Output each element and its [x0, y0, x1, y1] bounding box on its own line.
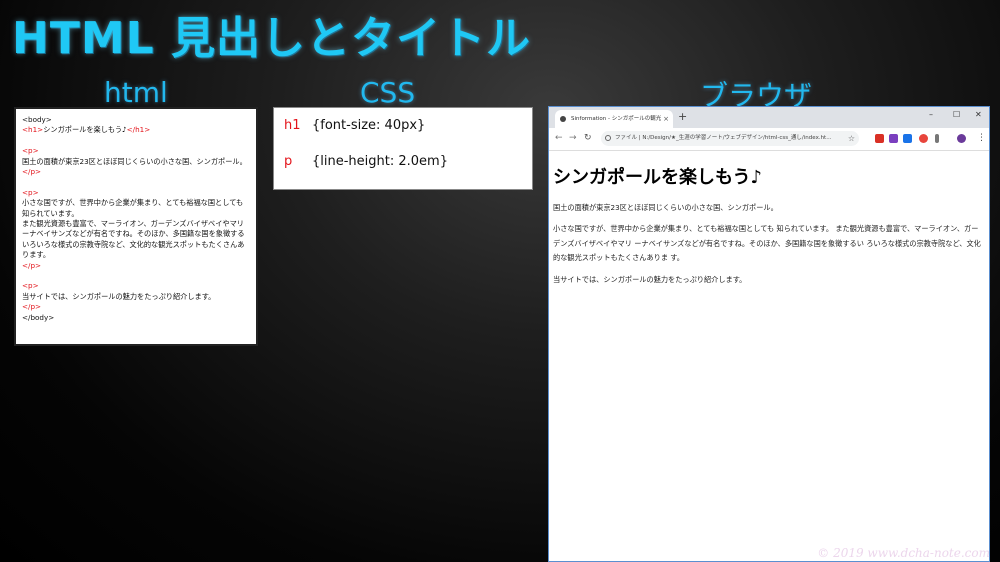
maximize-icon[interactable]: ☐: [953, 110, 960, 120]
code-tag: <p>: [22, 187, 39, 197]
page-viewport: シンガポールを楽しもう♪ 国土の面積が東京23区とほぼ同じくらいの小さな国、シン…: [549, 151, 989, 287]
code-tag: </p>: [22, 167, 42, 177]
slide-title: HTML 見出しとタイトル: [12, 13, 531, 64]
extension-icon[interactable]: [875, 134, 884, 143]
code-text: また観光資源も豊富で、マーライオン、ガーデンズバイザベイやマリーナベイサンズなど…: [22, 219, 245, 260]
html-column-label: html: [104, 76, 168, 109]
code-line: <p>: [22, 146, 250, 156]
code-text: シンガポールを楽しもう♪: [43, 125, 127, 135]
code-line: </body>: [22, 313, 250, 323]
css-selector: p: [284, 154, 293, 169]
code-tag: <p>: [22, 281, 39, 291]
css-declaration: {line-height: 2.0em}: [312, 154, 448, 169]
profile-avatar[interactable]: [957, 134, 966, 143]
tab-title: Sinformation - シンガポールの観光: [571, 116, 662, 122]
extension-icon[interactable]: [935, 134, 939, 143]
address-text: ファイル | N:/Design/★_生涯の学習ノート/ウェブデザイン/html…: [615, 135, 832, 141]
code-tag: </p>: [22, 302, 42, 312]
css-rule: p {line-height: 2.0em}: [284, 150, 522, 186]
info-icon: [605, 135, 611, 141]
code-line: <body>: [22, 115, 250, 125]
code-text: 国土の面積が東京23区とほぼ同じくらいの小さな国、シンガポール。: [22, 156, 247, 166]
css-column-label: CSS: [360, 76, 416, 109]
browser-toolbar: ← → ↻ ファイル | N:/Design/★_生涯の学習ノート/ウェブデザイ…: [549, 128, 989, 151]
extension-icon[interactable]: [903, 134, 912, 143]
code-line: <p>: [22, 188, 250, 198]
page-heading: シンガポールを楽しもう♪: [553, 167, 762, 188]
page-paragraph: 当サイトでは、シンガポールの魅力をたっぷり紹介します。: [553, 274, 747, 284]
code-line: <h1>シンガポールを楽しもう♪</h1>: [22, 125, 250, 135]
code-line: </p>: [22, 167, 250, 177]
reload-icon[interactable]: ↻: [584, 133, 592, 143]
code-line: </p>: [22, 302, 250, 312]
code-tag: <p>: [22, 146, 39, 156]
code-text: <body>: [22, 115, 52, 124]
browser-tab[interactable]: Sinformation - シンガポールの観光 ×: [555, 110, 673, 128]
browser-tab-bar: Sinformation - シンガポールの観光 × + – ☐ ✕: [549, 107, 989, 128]
css-selector: h1: [284, 118, 301, 133]
code-line: 小さな国ですが、世界中から企業が集まり、とても裕福な国としても知られています。: [22, 198, 250, 219]
code-line: <p>: [22, 281, 250, 291]
menu-icon[interactable]: ⋮: [977, 133, 986, 143]
extension-icon[interactable]: [919, 134, 928, 143]
css-rule: h1 {font-size: 40px}: [284, 114, 522, 150]
address-bar[interactable]: ファイル | N:/Design/★_生涯の学習ノート/ウェブデザイン/html…: [601, 131, 859, 146]
forward-arrow-icon[interactable]: →: [569, 133, 577, 143]
close-tab-icon[interactable]: ×: [663, 110, 669, 128]
back-arrow-icon[interactable]: ←: [555, 133, 563, 143]
page-paragraph: 小さな国ですが、世界中から企業が集まり、とても裕福な国としても 知られています。…: [553, 224, 981, 263]
code-tag: <h1>: [22, 125, 44, 135]
code-line: 当サイトでは、シンガポールの魅力をたっぷり紹介します。: [22, 292, 250, 302]
minimize-icon[interactable]: –: [929, 110, 933, 120]
css-declaration: {font-size: 40px}: [312, 118, 426, 133]
code-line: 国土の面積が東京23区とほぼ同じくらいの小さな国、シンガポール。: [22, 157, 250, 167]
browser-window: Sinformation - シンガポールの観光 × + – ☐ ✕ ← → ↻…: [548, 106, 990, 562]
css-code-panel: h1 {font-size: 40px} p {line-height: 2.0em}: [273, 107, 533, 190]
code-text: </body>: [22, 312, 55, 322]
extension-icon[interactable]: [889, 134, 898, 143]
globe-icon: [560, 116, 566, 122]
copyright-watermark: © 2019 www.dcha-note.com: [817, 546, 990, 560]
code-line: </p>: [22, 261, 250, 271]
close-window-icon[interactable]: ✕: [975, 110, 982, 120]
code-tag: </p>: [22, 260, 42, 270]
code-line: また観光資源も豊富で、マーライオン、ガーデンズバイザベイやマリーナベイサンズなど…: [22, 219, 250, 261]
code-text: 小さな国ですが、世界中から企業が集まり、とても裕福な国としても知られています。: [22, 198, 244, 218]
page-paragraph: 国土の面積が東京23区とほぼ同じくらいの小さな国、シンガポール。: [553, 203, 778, 212]
new-tab-button[interactable]: +: [678, 110, 687, 124]
bookmark-star-icon[interactable]: ☆: [848, 131, 855, 146]
code-tag: </h1>: [126, 125, 151, 135]
html-code-panel: <body> <h1>シンガポールを楽しもう♪</h1> <p> 国土の面積が東京23…: [14, 107, 258, 346]
code-text: 当サイトでは、シンガポールの魅力をたっぷり紹介します。: [22, 291, 216, 301]
